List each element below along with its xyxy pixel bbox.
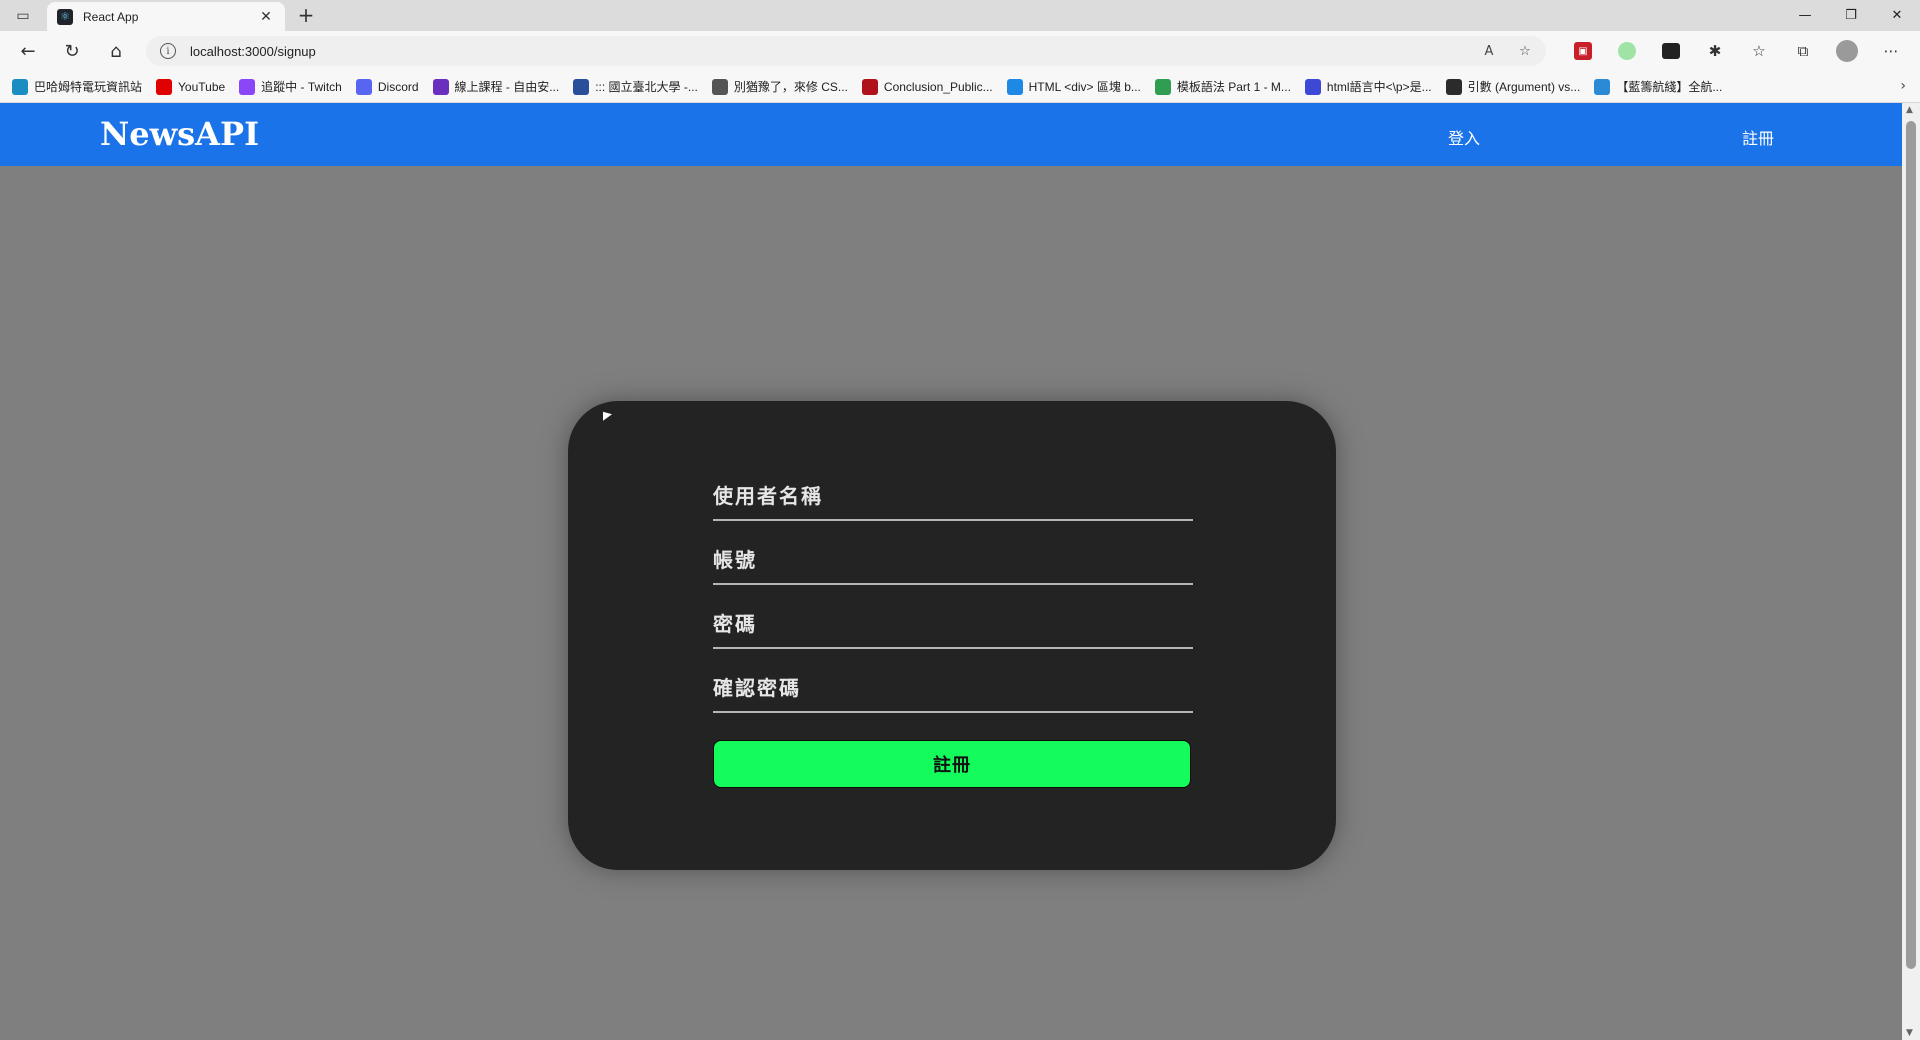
close-window-icon[interactable]: ✕ (1874, 0, 1920, 31)
scroll-up-icon[interactable]: ▲ (1906, 105, 1913, 115)
favorite-star-icon[interactable]: ☆ (1514, 40, 1536, 62)
restore-icon[interactable]: ❐ (1828, 0, 1874, 31)
bookmark-label: Discord (377, 79, 419, 94)
bookmark-label: 【藍籌航綫】全航... (1616, 80, 1723, 94)
more-menu-icon[interactable]: ⋯ (1876, 37, 1906, 65)
bookmark-item[interactable]: HTML <div> 區塊 b... (1006, 78, 1141, 95)
bookmark-item[interactable]: 線上課程 - 自由安... (432, 78, 560, 95)
bookmark-label: html語言中<\p>是... (1326, 80, 1432, 94)
baidu-icon (1304, 78, 1321, 95)
bookmark-label: 模板語法 Part 1 - M... (1176, 80, 1291, 94)
back-icon[interactable]: ← (14, 37, 42, 65)
bookmark-label: ::: 國立臺北大學 -... (595, 80, 698, 94)
page-scrollbar[interactable]: ▲ ▼ (1902, 103, 1920, 1040)
confirm-password-label: 確認密碼 (713, 676, 801, 700)
browser-tab[interactable]: ⚛ React App ✕ (47, 2, 285, 31)
twitch-icon (239, 78, 256, 95)
brand-logo[interactable]: NewsAPI (100, 115, 259, 153)
bookmark-label: YouTube (178, 79, 226, 94)
course-icon (432, 78, 449, 95)
username-field[interactable]: 使用者名稱 (713, 481, 1193, 521)
minimize-icon[interactable]: — (1782, 0, 1828, 31)
favorites-icon[interactable]: ☆ (1744, 37, 1774, 65)
confirm-password-field[interactable]: 確認密碼 (713, 673, 1193, 713)
url-field[interactable]: i localhost:3000/signup A ☆ (146, 36, 1546, 66)
bookmark-label: 巴哈姆特電玩資訊站 (34, 80, 143, 94)
home-icon[interactable]: ⌂ (102, 37, 130, 65)
bookmark-item[interactable]: ::: 國立臺北大學 -... (573, 78, 698, 95)
account-label: 帳號 (713, 548, 757, 572)
bookmarks-bar: 巴哈姆特電玩資訊站 YouTube 追蹤中 - Twitch Discord 線上課程 … (0, 71, 1920, 103)
extension-dark-icon[interactable] (1662, 43, 1680, 59)
it-icon (1445, 78, 1462, 95)
read-aloud-icon[interactable]: A (1478, 40, 1500, 62)
password-label: 密碼 (713, 612, 757, 636)
extensions-puzzle-icon[interactable]: ✱ (1700, 37, 1730, 65)
tab-bar: ▭ ⚛ React App ✕ + — ❐ ✕ (0, 0, 1920, 31)
bookmark-item[interactable]: Conclusion_Public... (861, 78, 993, 95)
bookmark-item[interactable]: html語言中<\p>是... (1304, 78, 1432, 95)
youtube-icon (156, 78, 173, 95)
tv-icon (1594, 78, 1611, 95)
url-text: localhost:3000/signup (190, 43, 316, 59)
bookmark-item[interactable]: 別猶豫了，來修 CS... (711, 78, 848, 95)
bahamut-icon (12, 78, 28, 95)
account-field[interactable]: 帳號 (713, 545, 1193, 585)
bookmark-label: Conclusion_Public... (883, 79, 993, 94)
scroll-down-icon[interactable]: ▼ (1906, 1028, 1913, 1038)
refresh-icon[interactable]: ↻ (58, 37, 86, 65)
bookmarks-more-icon[interactable]: › (1900, 78, 1906, 94)
bookmark-item[interactable]: YouTube (156, 78, 226, 95)
f-icon (1006, 78, 1023, 95)
signup-card: 使用者名稱 帳號 密碼 確認密碼 註冊 (568, 401, 1336, 870)
profile-avatar-icon[interactable] (1836, 40, 1858, 62)
scroll-thumb[interactable] (1906, 121, 1916, 969)
new-tab-icon[interactable]: + (294, 4, 318, 28)
tab-title: React App (83, 9, 139, 24)
app-navbar: NewsAPI 登入 註冊 (0, 103, 1902, 166)
tb-icon (711, 78, 728, 95)
address-bar: ← ↻ ⌂ i localhost:3000/signup A ☆ ▣ ✱ ☆ … (0, 31, 1920, 71)
window-controls: — ❐ ✕ (1782, 0, 1920, 31)
site-info-icon[interactable]: i (160, 43, 176, 59)
pdf-extension-icon[interactable]: ▣ (1574, 42, 1592, 60)
nav-login-link[interactable]: 登入 (1448, 125, 1480, 149)
bookmark-label: HTML <div> 區塊 b... (1028, 80, 1141, 94)
bookmark-item[interactable]: 巴哈姆特電玩資訊站 (12, 78, 142, 95)
close-tab-icon[interactable]: ✕ (257, 9, 275, 25)
bookmark-item[interactable]: 【藍籌航綫】全航... (1594, 78, 1722, 95)
signup-submit-button[interactable]: 註冊 (713, 740, 1191, 788)
react-icon: ⚛ (57, 8, 73, 25)
discord-icon (355, 78, 372, 95)
bookmark-item[interactable]: 追蹤中 - Twitch (239, 78, 342, 95)
bookmark-item[interactable]: 引數 (Argument) vs... (1445, 78, 1581, 95)
username-label: 使用者名稱 (713, 484, 823, 508)
nav-signup-link[interactable]: 註冊 (1742, 125, 1774, 149)
pdf-icon (861, 78, 878, 95)
password-field[interactable]: 密碼 (713, 609, 1193, 649)
bookmark-label: 線上課程 - 自由安... (454, 80, 560, 94)
bookmark-item[interactable]: Discord (355, 78, 419, 95)
ntpu-icon (573, 78, 590, 95)
vue-icon (1154, 78, 1171, 95)
bookmark-label: 追蹤中 - Twitch (261, 80, 342, 94)
bookmark-item[interactable]: 模板語法 Part 1 - M... (1154, 78, 1291, 95)
bookmark-label: 別猶豫了，來修 CS... (733, 80, 848, 94)
extension-green-icon[interactable] (1618, 42, 1636, 60)
collections-icon[interactable]: ⧉ (1788, 37, 1818, 65)
tab-actions-icon[interactable]: ▭ (12, 7, 34, 25)
bookmark-label: 引數 (Argument) vs... (1467, 80, 1581, 94)
